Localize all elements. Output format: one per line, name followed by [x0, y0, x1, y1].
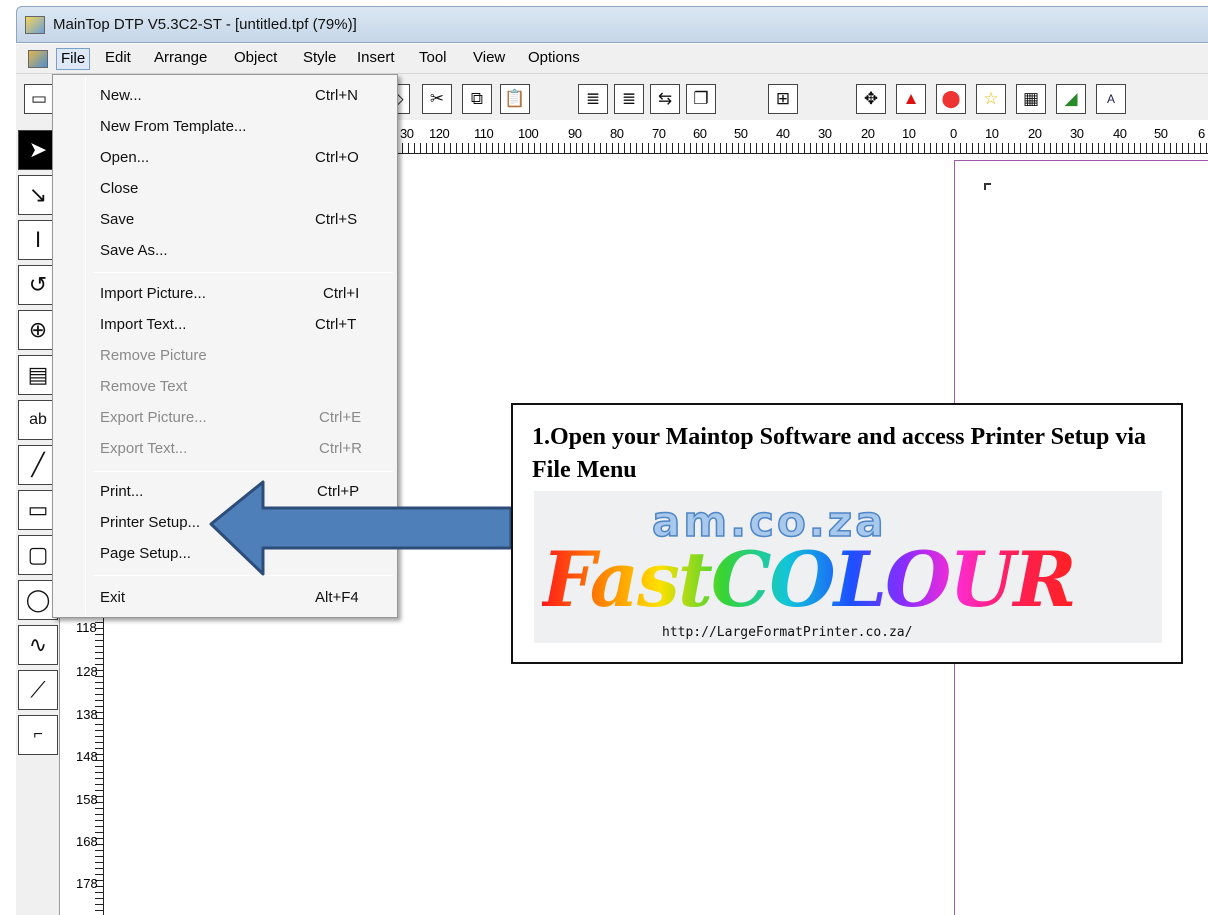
arrow-shape [209, 480, 513, 576]
ruler-label: 40 [1113, 126, 1127, 141]
menu-insert[interactable]: Insert [353, 48, 399, 70]
dimension-tool-icon[interactable]: ⌐ [18, 715, 58, 755]
app-icon [25, 16, 45, 34]
open-icon[interactable]: ▭ [24, 84, 54, 114]
shortcut-export-picture: Ctrl+E [319, 409, 362, 426]
shortcut-new: Ctrl+N [315, 87, 358, 104]
curve-tool-icon[interactable]: ∿ [18, 625, 58, 665]
menu-item-import-picture[interactable]: Import Picture... [100, 285, 206, 302]
fastcolour-logo: am.co.za FastCOLOUR http://LargeFormatPr… [534, 491, 1162, 643]
ruler-label: 40 [776, 126, 790, 141]
vruler-label: 168 [76, 834, 98, 849]
page-corner-mark [984, 183, 991, 190]
menu-separator [93, 272, 393, 273]
annotation-arrow [209, 480, 513, 576]
title-bar: MainTop DTP V5.3C2-ST - [untitled.tpf (7… [16, 6, 1208, 43]
menu-item-import-text[interactable]: Import Text... [100, 316, 186, 333]
menu-item-page-setup[interactable]: Page Setup... [100, 545, 191, 562]
shortcut-import-text: Ctrl+T [315, 316, 357, 333]
document-icon[interactable] [28, 50, 48, 68]
polyline-tool-icon[interactable]: ⟋ [18, 670, 58, 710]
menu-file[interactable]: File [56, 48, 91, 70]
menu-item-save[interactable]: Save [100, 211, 134, 228]
image-edit-icon[interactable]: ◢ [1056, 84, 1086, 114]
vruler-label: 128 [76, 664, 98, 679]
shortcut-import-picture: Ctrl+I [323, 285, 360, 302]
gradient-icon[interactable]: ⬤ [936, 84, 966, 114]
menu-bar: File Edit Arrange Object Style Insert To… [16, 44, 1208, 74]
map-icon[interactable]: ▦ [1016, 84, 1046, 114]
instruction-callout: 1.Open your Maintop Software and access … [511, 403, 1183, 664]
vruler-label: 178 [76, 876, 98, 891]
menu-item-new-from-template[interactable]: New From Template... [100, 118, 246, 135]
menu-object[interactable]: Object [230, 48, 281, 70]
menu-arrange[interactable]: Arrange [150, 48, 211, 70]
vruler-label: 158 [76, 792, 98, 807]
menu-item-print[interactable]: Print... [100, 483, 143, 500]
shortcut-save: Ctrl+S [315, 211, 358, 228]
ruler-label: 6 [1198, 126, 1205, 141]
shortcut-open: Ctrl+O [315, 149, 359, 166]
shortcut-export-text: Ctrl+R [319, 440, 362, 457]
copy-icon[interactable]: ⧉ [462, 84, 492, 114]
menu-item-export-text: Export Text... [100, 440, 188, 457]
text-table-icon[interactable]: A [1096, 84, 1126, 114]
color-shapes-icon[interactable]: ▲ [896, 84, 926, 114]
menu-item-printer-setup[interactable]: Printer Setup... [100, 514, 200, 531]
align-icon[interactable]: ⇆ [650, 84, 680, 114]
text-flow-icon[interactable]: ≣ [578, 84, 608, 114]
ruler-label: 30 [818, 126, 832, 141]
ruler-label: 10 [985, 126, 999, 141]
vruler-label: 118 [76, 620, 97, 635]
menu-view[interactable]: View [469, 48, 509, 70]
paste-icon[interactable]: 📋 [500, 84, 530, 114]
logo-url-text: http://LargeFormatPrinter.co.za/ [662, 625, 913, 640]
menu-options[interactable]: Options [524, 48, 584, 70]
ruler-label: 20 [1028, 126, 1042, 141]
callout-text: 1.Open your Maintop Software and access … [532, 424, 1147, 483]
ruler-ticks [396, 143, 1208, 153]
logo-brand-text: FastCOLOUR [542, 535, 1077, 624]
ruler-label: 110 [474, 126, 494, 141]
menu-separator [93, 471, 393, 472]
menu-item-remove-text: Remove Text [100, 378, 188, 395]
menu-item-close[interactable]: Close [100, 180, 138, 197]
text-flow-2-icon[interactable]: ≣ [614, 84, 644, 114]
menu-style[interactable]: Style [299, 48, 340, 70]
ruler-label: 70 [652, 126, 666, 141]
ruler-label: 50 [1154, 126, 1168, 141]
move-icon[interactable]: ✥ [856, 84, 886, 114]
menu-edit[interactable]: Edit [101, 48, 135, 70]
ruler-label: 10 [902, 126, 916, 141]
menu-tool[interactable]: Tool [415, 48, 451, 70]
ruler-label: 120 [429, 126, 450, 141]
menu-item-save-as[interactable]: Save As... [100, 242, 168, 259]
ruler-label: 100 [518, 126, 539, 141]
ruler-label: 30 [400, 126, 414, 141]
vruler-label: 138 [76, 707, 98, 722]
cut-icon[interactable]: ✂ [422, 84, 452, 114]
menu-item-new[interactable]: New... [100, 87, 142, 104]
menu-gutter [85, 77, 86, 615]
menu-item-remove-picture: Remove Picture [100, 347, 207, 364]
ruler-label: 60 [693, 126, 707, 141]
ruler-label: 0 [950, 126, 957, 141]
ruler-label: 30 [1070, 126, 1084, 141]
layers-icon[interactable]: ❐ [686, 84, 716, 114]
ruler-label: 80 [610, 126, 624, 141]
menu-item-export-picture: Export Picture... [100, 409, 207, 426]
ruler-label: 50 [734, 126, 748, 141]
menu-item-exit[interactable]: Exit [100, 589, 125, 606]
ruler-label: 90 [568, 126, 582, 141]
ruler-label: 20 [861, 126, 875, 141]
group-icon[interactable]: ⊞ [768, 84, 798, 114]
window-title: MainTop DTP V5.3C2-ST - [untitled.tpf (7… [53, 16, 357, 33]
vruler-label: 148 [76, 749, 98, 764]
star-icon[interactable]: ☆ [976, 84, 1006, 114]
menu-item-open[interactable]: Open... [100, 149, 149, 166]
